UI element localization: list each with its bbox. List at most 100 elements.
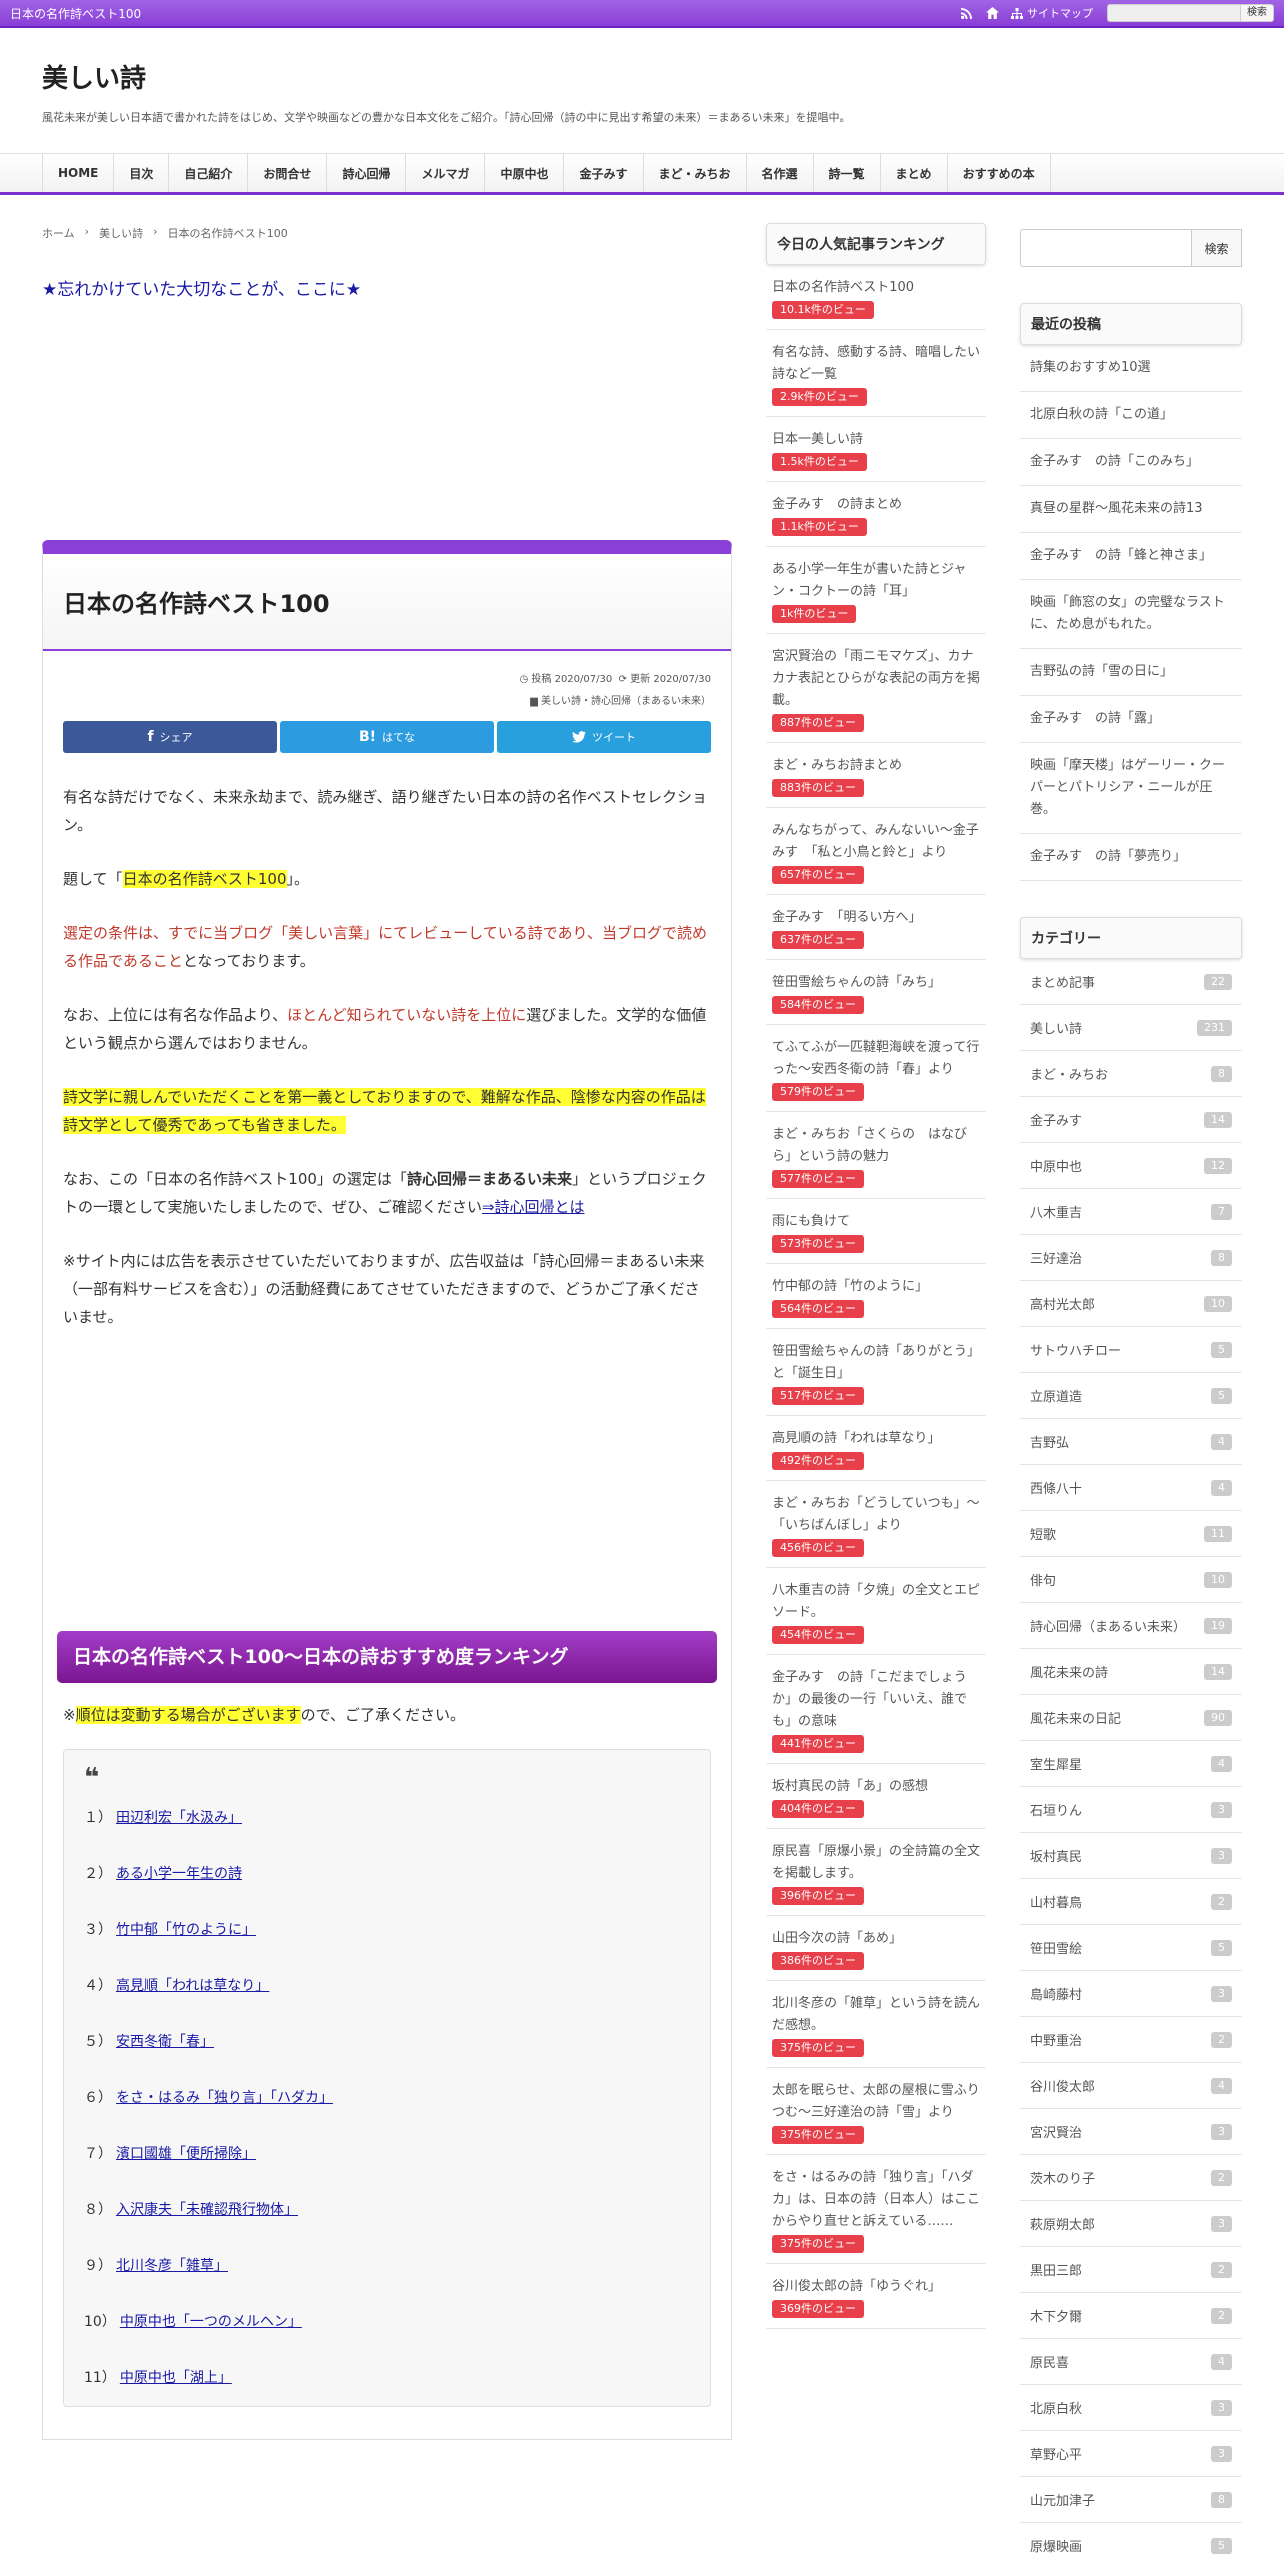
category-item[interactable]: 谷川俊太郎 4 — [1020, 2063, 1242, 2109]
popular-title[interactable]: 八木重吉の詩「夕焼」の全文とエピソード。 — [772, 1580, 980, 1624]
rank-link[interactable]: 高見順「われは草なり」 — [116, 1972, 269, 2000]
category-name[interactable]: 島崎藤村 — [1030, 1984, 1082, 2003]
popular-item[interactable]: 山田今次の詩「あめ」 386件のビュー — [766, 1916, 986, 1981]
rank-link[interactable]: 入沢康夫「未確認飛行物体」 — [116, 2196, 298, 2224]
popular-title[interactable]: まど・みちお詩まとめ — [772, 755, 980, 777]
popular-title[interactable]: 坂村真民の詩「あ」の感想 — [772, 1776, 980, 1798]
popular-title[interactable]: 日本一美しい詩 — [772, 429, 980, 451]
rank-link[interactable]: 中原中也「一つのメルヘン」 — [120, 2308, 302, 2336]
rank-link[interactable]: 中原中也「湖上」 — [120, 2364, 232, 2392]
category-name[interactable]: 萩原朔太郎 — [1030, 2214, 1095, 2233]
popular-title[interactable]: 宮沢賢治の「雨ニモマケズ」、カナカナ表記とひらがな表記の両方を掲載。 — [772, 646, 980, 712]
category-name[interactable]: 立原道造 — [1030, 1386, 1082, 1405]
popular-item[interactable]: まど・みちお「さくらの はなびら」という詩の魅力 577件のビュー — [766, 1112, 986, 1199]
category-item[interactable]: 石垣りん 3 — [1020, 1787, 1242, 1833]
nav-item[interactable]: HOME — [42, 154, 113, 192]
rank-link[interactable]: 竹中郁「竹のように」 — [116, 1916, 256, 1944]
nav-item[interactable]: 金子みす — [563, 154, 642, 192]
category-item[interactable]: 中野重治 2 — [1020, 2017, 1242, 2063]
popular-title[interactable]: まど・みちお「どうしていつも」～「いちばんぼし」より — [772, 1493, 980, 1537]
category-item[interactable]: 詩心回帰（まあるい未来） 19 — [1020, 1603, 1242, 1649]
category-item[interactable]: 西條八十 4 — [1020, 1465, 1242, 1511]
category-name[interactable]: 原民喜 — [1030, 2352, 1069, 2371]
popular-title[interactable]: をさ・はるみの詩「独り言」「ハダカ」は、日本の詩（日本人）はここからやり直せと訴… — [772, 2167, 980, 2233]
popular-title[interactable]: 谷川俊太郎の詩「ゆうぐれ」 — [772, 2276, 980, 2298]
recent-post-link[interactable]: 吉野弘の詩「雪の日に」 — [1020, 649, 1242, 696]
sidebar-search-button[interactable]: 検索 — [1192, 229, 1242, 267]
popular-item[interactable]: をさ・はるみの詩「独り言」「ハダカ」は、日本の詩（日本人）はここからやり直せと訴… — [766, 2155, 986, 2264]
hatena-share-button[interactable]: B! はてな — [280, 721, 494, 753]
popular-item[interactable]: 笹田雪絵ちゃんの詩「ありがとう」と「誕生日」 517件のビュー — [766, 1329, 986, 1416]
category-name[interactable]: 俳句 — [1030, 1570, 1056, 1589]
popular-item[interactable]: 金子みす の詩まとめ 1.1k件のビュー — [766, 482, 986, 547]
sidebar-search-input[interactable] — [1020, 229, 1192, 267]
popular-title[interactable]: てふてふが一匹韃靼海峡を渡って行った～安西冬衛の詩「春」より — [772, 1037, 980, 1081]
category-name[interactable]: 草野心平 — [1030, 2444, 1082, 2463]
category-item[interactable]: 黒田三郎 2 — [1020, 2247, 1242, 2293]
category-name[interactable]: 三好達治 — [1030, 1248, 1082, 1267]
facebook-share-button[interactable]: f シェア — [63, 721, 277, 753]
category-name[interactable]: 室生犀星 — [1030, 1754, 1082, 1773]
category-name[interactable]: 山元加津子 — [1030, 2490, 1095, 2509]
category-name[interactable]: 短歌 — [1030, 1524, 1056, 1543]
rank-link[interactable]: をさ・はるみ「独り言」「ハダカ」 — [116, 2084, 333, 2112]
category-name[interactable]: 中原中也 — [1030, 1156, 1082, 1175]
rss-icon[interactable] — [959, 6, 973, 20]
rank-link[interactable]: 田辺利宏「水汲み」 — [116, 1804, 242, 1832]
category-name[interactable]: 石垣りん — [1030, 1800, 1082, 1819]
category-name[interactable]: 宮沢賢治 — [1030, 2122, 1082, 2141]
popular-title[interactable]: 高見順の詩「われは草なり」 — [772, 1428, 980, 1450]
popular-item[interactable]: 日本一美しい詩 1.5k件のビュー — [766, 417, 986, 482]
nav-item[interactable]: 詩心回帰 — [326, 154, 405, 192]
category-item[interactable]: 木下夕爾 2 — [1020, 2293, 1242, 2339]
recent-post-link[interactable]: 詩集のおすすめ10選 — [1020, 345, 1242, 392]
popular-item[interactable]: 竹中郁の詩「竹のように」 564件のビュー — [766, 1264, 986, 1329]
recent-post-link[interactable]: 金子みす の詩「蜂と神さま」 — [1020, 533, 1242, 580]
category-name[interactable]: 山村暮鳥 — [1030, 1892, 1082, 1911]
twitter-share-button[interactable]: ツイート — [497, 721, 711, 753]
category-item[interactable]: 島崎藤村 3 — [1020, 1971, 1242, 2017]
home-icon[interactable] — [985, 6, 999, 20]
category-name[interactable]: 坂村真民 — [1030, 1846, 1082, 1865]
category-item[interactable]: サトウハチロー 5 — [1020, 1327, 1242, 1373]
top-search-button[interactable]: 検索 — [1241, 4, 1274, 22]
category-item[interactable]: 原爆映画 5 — [1020, 2523, 1242, 2568]
category-item[interactable]: 美しい詩 231 — [1020, 1005, 1242, 1051]
popular-item[interactable]: 八木重吉の詩「夕焼」の全文とエピソード。 454件のビュー — [766, 1568, 986, 1655]
category-item[interactable]: 金子みす 14 — [1020, 1097, 1242, 1143]
rank-link[interactable]: 濱口國雄「便所掃除」 — [116, 2140, 256, 2168]
nav-item[interactable]: 目次 — [113, 154, 168, 192]
category-item[interactable]: 山村暮鳥 2 — [1020, 1879, 1242, 1925]
popular-title[interactable]: みんなちがって、みんないい～金子みす 「私と小鳥と鈴と」より — [772, 820, 980, 864]
category-name[interactable]: 笹田雪絵 — [1030, 1938, 1082, 1957]
popular-item[interactable]: 太郎を眠らせ、太郎の屋根に雪ふりつむ～三好達治の詩「雪」より 375件のビュー — [766, 2068, 986, 2155]
popular-title[interactable]: 金子みす の詩まとめ — [772, 494, 980, 516]
category-name[interactable]: 金子みす — [1030, 1110, 1082, 1129]
nav-item[interactable]: 自己紹介 — [168, 154, 247, 192]
nav-item[interactable]: おすすめの本 — [946, 154, 1051, 192]
popular-item[interactable]: 金子みす の詩「こだまでしょうか」の最後の一行「いいえ、誰でも」の意味 441件の… — [766, 1655, 986, 1764]
popular-item[interactable]: 坂村真民の詩「あ」の感想 404件のビュー — [766, 1764, 986, 1829]
category-item[interactable]: 立原道造 5 — [1020, 1373, 1242, 1419]
category-name[interactable]: 詩心回帰（まあるい未来） — [1030, 1616, 1186, 1635]
recent-post-link[interactable]: 金子みす の詩「露」 — [1020, 696, 1242, 743]
category-name[interactable]: 風花未来の詩 — [1030, 1662, 1108, 1681]
category-name[interactable]: 原爆映画 — [1030, 2536, 1082, 2555]
category-item[interactable]: 草野心平 3 — [1020, 2431, 1242, 2477]
popular-title[interactable]: 太郎を眠らせ、太郎の屋根に雪ふりつむ～三好達治の詩「雪」より — [772, 2080, 980, 2124]
popular-title[interactable]: 雨にも負けて — [772, 1211, 980, 1233]
category-item[interactable]: 原民喜 4 — [1020, 2339, 1242, 2385]
popular-item[interactable]: 雨にも負けて 573件のビュー — [766, 1199, 986, 1264]
rank-link[interactable]: ある小学一年生の詩 — [116, 1860, 242, 1888]
popular-item[interactable]: 原民喜「原爆小景」の全詩篇の全文を掲載します。 396件のビュー — [766, 1829, 986, 1916]
popular-item[interactable]: まど・みちお「どうしていつも」～「いちばんぼし」より 456件のビュー — [766, 1481, 986, 1568]
popular-item[interactable]: 有名な詩、感動する詩、暗唱したい詩など一覧 2.9k件のビュー — [766, 330, 986, 417]
nav-item[interactable]: 名作選 — [745, 154, 813, 192]
category-item[interactable]: 北原白秋 3 — [1020, 2385, 1242, 2431]
category-item[interactable]: 風花未来の日記 90 — [1020, 1695, 1242, 1741]
recent-post-link[interactable]: 金子みす の詩「このみち」 — [1020, 439, 1242, 486]
nav-item[interactable]: 中原中也 — [484, 154, 563, 192]
category-item[interactable]: 八木重吉 7 — [1020, 1189, 1242, 1235]
category-item[interactable]: 宮沢賢治 3 — [1020, 2109, 1242, 2155]
popular-title[interactable]: 金子みす の詩「こだまでしょうか」の最後の一行「いいえ、誰でも」の意味 — [772, 1667, 980, 1733]
